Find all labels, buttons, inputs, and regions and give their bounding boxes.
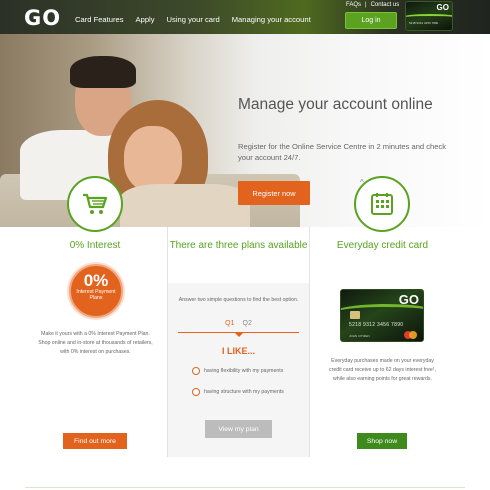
option-flexibility-label[interactable]: having flexibility with my payments xyxy=(204,368,283,374)
card-number: 5218 9312 3456 7890 xyxy=(409,21,439,25)
badge-percent: 0% xyxy=(83,271,109,290)
column-divider xyxy=(309,227,310,457)
card-holder-name: JOHN CITIZEN xyxy=(349,334,370,338)
nav-card-features[interactable]: Card Features xyxy=(75,15,124,24)
option-structure-label[interactable]: having structure with my payments xyxy=(204,389,284,395)
badge-caption: Interest Payment Plans xyxy=(76,289,116,301)
card-logo: GO xyxy=(398,292,419,307)
shopping-cart-icon xyxy=(83,193,108,214)
card-number: 5218 9312 3456 7890 xyxy=(349,322,404,328)
hero-photo-woman-top xyxy=(120,184,250,227)
plan-selector-intro: Answer two simple questions to find the … xyxy=(178,297,299,303)
card-logo: GO xyxy=(436,3,449,12)
radio-flexibility[interactable] xyxy=(192,367,200,375)
plan-selector-panel: Answer two simple questions to find the … xyxy=(168,283,309,457)
radio-structure[interactable] xyxy=(192,388,200,396)
link-separator: | xyxy=(365,2,367,8)
i-like-heading: I LIKE... xyxy=(221,346,255,356)
register-now-button[interactable]: Register now xyxy=(238,181,310,205)
hero-photo-man-hair xyxy=(70,56,136,88)
everyday-credit-card-text: Everyday purchases made on your everyday… xyxy=(329,358,436,382)
footer-divider xyxy=(25,487,465,488)
calculator-icon-circle xyxy=(354,176,410,232)
hero-title: Manage your account online xyxy=(238,96,433,113)
tab-q2[interactable]: Q2 xyxy=(243,320,252,327)
option-structure[interactable]: having structure with my payments xyxy=(192,388,284,396)
card-chip xyxy=(350,311,360,319)
site-header: GO Card Features Apply Using your card M… xyxy=(0,0,490,34)
zero-interest-badge: 0% Interest Payment Plans xyxy=(69,264,123,318)
faqs-link[interactable]: FAQs xyxy=(346,2,361,8)
go-logo[interactable]: GO xyxy=(24,6,61,30)
credit-card-image: GO 5218 9312 3456 7890 JOHN CITIZEN xyxy=(340,289,424,342)
question-pointer xyxy=(234,332,244,337)
nav-apply[interactable]: Apply xyxy=(136,15,155,24)
nav-managing-your-account[interactable]: Managing your account xyxy=(232,15,311,24)
mastercard-logo-icon xyxy=(404,331,418,339)
calculator-icon xyxy=(371,193,393,215)
tab-q1[interactable]: Q1 xyxy=(225,320,234,327)
zero-interest-text: Make it yours with a 0% Interest Payment… xyxy=(38,331,153,355)
shop-now-button[interactable]: Shop now xyxy=(357,433,407,449)
view-my-plan-button[interactable]: View my plan xyxy=(205,420,272,438)
find-out-more-button[interactable]: Find out more xyxy=(63,433,127,449)
utility-links: FAQs | Contact us xyxy=(346,2,399,8)
three-plans-title: There are three plans available xyxy=(169,240,308,251)
header-card-image: GO 5218 9312 3456 7890 xyxy=(405,1,453,31)
main-nav: Card Features Apply Using your card Mana… xyxy=(75,15,311,24)
shopping-cart-icon-circle xyxy=(67,176,123,232)
hero-text: Register for the Online Service Centre i… xyxy=(238,142,447,162)
option-flexibility[interactable]: having flexibility with my payments xyxy=(192,367,283,375)
login-button[interactable]: Log in xyxy=(345,12,397,29)
contact-us-link[interactable]: Contact us xyxy=(371,2,400,8)
hero-photo-woman xyxy=(124,126,182,192)
everyday-credit-card-title: Everyday credit card xyxy=(336,240,429,251)
zero-interest-title: 0% Interest xyxy=(69,240,121,251)
nav-using-your-card[interactable]: Using your card xyxy=(167,15,220,24)
question-tabs: Q1 Q2 xyxy=(168,320,309,327)
